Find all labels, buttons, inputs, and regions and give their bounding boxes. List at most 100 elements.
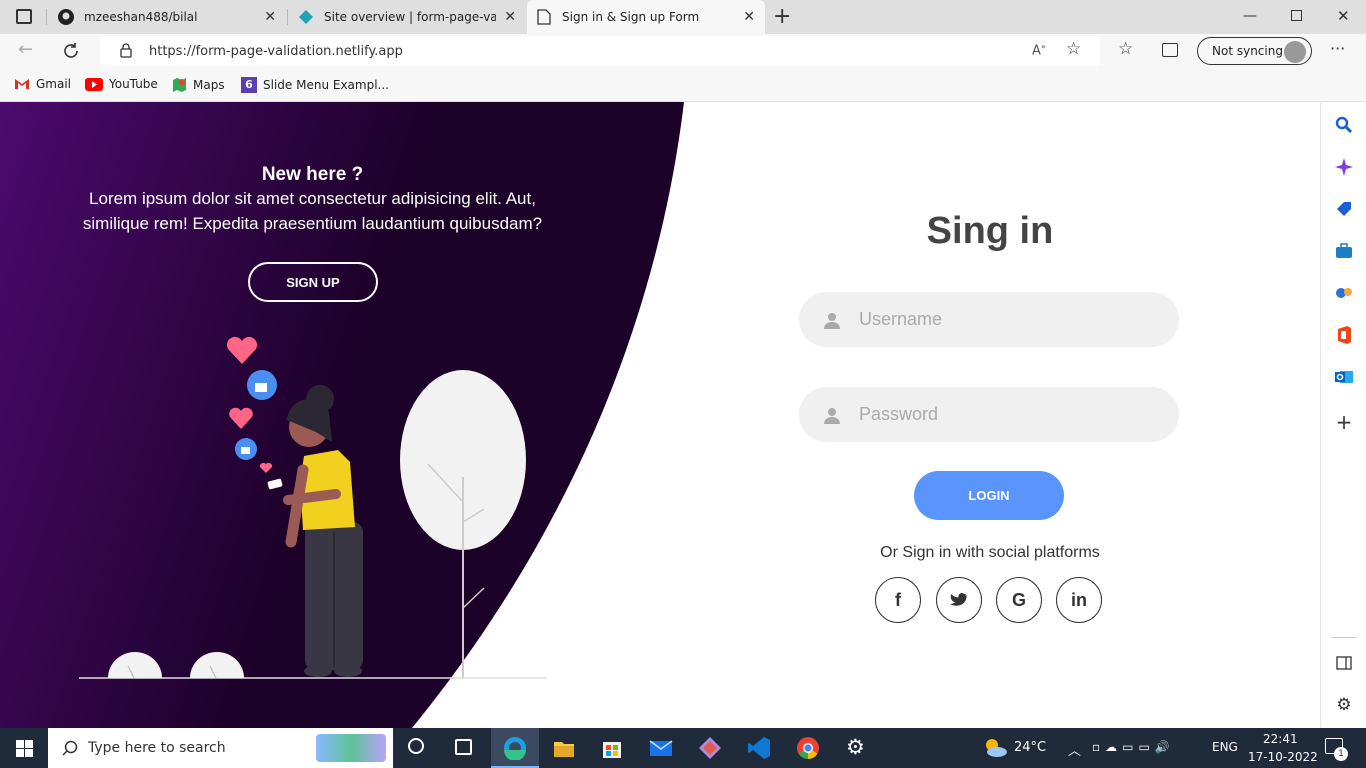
tools-icon[interactable] [1333, 240, 1355, 262]
outlook-icon[interactable] [1333, 366, 1355, 388]
social-label: G [1011, 589, 1026, 610]
favorites-icon[interactable]: ☆ [1118, 39, 1133, 59]
form-title: Sing in [926, 210, 1054, 252]
clock-date[interactable]: 17-10-2022 [1248, 750, 1318, 764]
username-input[interactable] [859, 292, 1159, 347]
tab-github[interactable]: mzeeshan488/bilal ✕ [48, 0, 286, 34]
search-highlight-icon [316, 734, 386, 762]
cortana-icon[interactable] [408, 738, 424, 754]
favorite-youtube[interactable]: YouTube [85, 77, 158, 91]
favorite-gmail[interactable]: Gmail [14, 77, 71, 91]
vscode-icon[interactable] [747, 736, 771, 760]
favorite-label: YouTube [109, 77, 158, 91]
edge-sidebar: + ⚙ [1320, 102, 1366, 728]
profile-label: Not syncing [1212, 44, 1283, 58]
office-icon[interactable] [1333, 324, 1355, 346]
facebook-icon[interactable]: f [875, 577, 921, 623]
social-label: in [1071, 589, 1087, 610]
netlify-icon [299, 10, 313, 24]
tab-actions-icon[interactable] [16, 9, 32, 24]
user-icon [824, 313, 840, 329]
page-content: New here ? Lorem ipsum dolor sit amet co… [0, 102, 1320, 728]
tab-title: Site overview | form-page-valida [324, 10, 496, 24]
settings-gear-icon[interactable]: ⚙ [846, 735, 865, 759]
password-input[interactable] [859, 387, 1159, 442]
youtube-icon [85, 77, 103, 91]
notification-count: 1 [1334, 747, 1348, 761]
sign-up-button[interactable]: SIGN UP [248, 262, 378, 302]
file-explorer-icon[interactable] [552, 736, 576, 760]
search-icon [62, 740, 78, 756]
close-tab-icon[interactable]: ✕ [264, 9, 276, 25]
left-panel-text: New here ? Lorem ipsum dolor sit amet co… [60, 164, 565, 236]
twitter-bird-icon [950, 592, 967, 606]
maps-icon [173, 78, 186, 92]
search-placeholder: Type here to search [88, 740, 226, 756]
settings-icon[interactable]: ⚙ [1333, 694, 1355, 716]
weather-temp: 24°C [1014, 740, 1047, 755]
gmail-icon [15, 79, 29, 89]
password-field-container [799, 387, 1179, 442]
address-bar-row: ← https://form-page-validation.netlify.a… [0, 34, 1366, 68]
git-icon[interactable] [698, 736, 722, 760]
add-favorite-icon[interactable]: ☆ [1066, 39, 1081, 59]
social-label: f [895, 589, 901, 610]
tab-title: mzeeshan488/bilal [84, 10, 198, 24]
page-icon [537, 9, 551, 25]
close-tab-icon[interactable]: ✕ [504, 9, 516, 25]
clock-time[interactable]: 22:41 [1263, 732, 1298, 746]
social-text: Or Sign in with social platforms [880, 544, 1100, 561]
minimize-icon[interactable]: — [1243, 8, 1257, 24]
favorite-label: Slide Menu Exampl... [263, 78, 389, 92]
twitter-icon[interactable]: t [936, 577, 982, 623]
url-field[interactable]: https://form-page-validation.netlify.app… [100, 36, 1100, 66]
mail-icon[interactable] [649, 736, 673, 760]
sparkle-icon[interactable] [1333, 156, 1355, 178]
more-icon[interactable]: ··· [1330, 39, 1345, 58]
chevron-up-icon[interactable]: ︿ [1068, 740, 1081, 759]
tray-icons[interactable]: ▫☁▭▭🔊 [1092, 740, 1175, 754]
sidebar-divider [1331, 637, 1357, 638]
taskbar: Type here to search ⚙ 24°C ︿ ▫☁▭▭🔊 ENG 2… [0, 728, 1366, 768]
tab-netlify[interactable]: Site overview | form-page-valida ✕ [288, 0, 526, 34]
close-tab-icon[interactable]: ✕ [743, 9, 755, 25]
google-icon[interactable]: G [996, 577, 1042, 623]
weather-icon[interactable] [982, 738, 1008, 758]
chrome-icon[interactable] [796, 736, 820, 760]
tab-bar: mzeeshan488/bilal ✕ Site overview | form… [0, 0, 1366, 34]
store-icon[interactable] [600, 736, 624, 760]
hide-sidebar-icon[interactable] [1333, 652, 1355, 674]
login-button[interactable]: LOGIN [914, 471, 1064, 520]
left-panel-description: Lorem ipsum dolor sit amet consectetur a… [82, 189, 543, 233]
new-tab-icon[interactable]: + [773, 4, 791, 29]
new-here-heading: New here ? [261, 164, 364, 185]
tab-signin[interactable]: Sign in & Sign up Form ✕ [527, 0, 765, 34]
close-window-icon[interactable]: ✕ [1337, 7, 1350, 25]
task-view-icon[interactable] [455, 739, 472, 755]
refresh-icon[interactable] [62, 42, 80, 60]
games-icon[interactable] [1333, 282, 1355, 304]
favorite-maps[interactable]: Maps [172, 77, 225, 93]
shopping-tag-icon[interactable] [1333, 198, 1355, 220]
add-icon[interactable]: + [1333, 410, 1355, 434]
favorites-bar: Gmail YouTube Maps 6 Slide Menu Exampl..… [0, 68, 1366, 102]
back-icon[interactable]: ← [18, 39, 33, 60]
favorite-label: Gmail [36, 77, 72, 91]
edge-taskbar-button[interactable] [491, 728, 539, 768]
lock-icon [120, 43, 132, 58]
github-icon [58, 9, 74, 25]
taskbar-search[interactable]: Type here to search [48, 728, 393, 768]
url-text: https://form-page-validation.netlify.app [149, 44, 403, 59]
read-aloud-icon[interactable]: A» [1032, 42, 1046, 58]
windows-start-icon[interactable] [16, 740, 33, 757]
avatar [1284, 41, 1306, 63]
restore-icon[interactable] [1291, 10, 1302, 21]
edge-icon [504, 737, 526, 760]
profile-button[interactable]: Not syncing [1197, 37, 1312, 65]
favorite-slide-menu[interactable]: 6 Slide Menu Exampl... [241, 77, 389, 93]
language-indicator[interactable]: ENG [1212, 740, 1238, 754]
search-icon[interactable] [1333, 114, 1355, 136]
linkedin-icon[interactable]: in [1056, 577, 1102, 623]
collections-icon[interactable] [1162, 43, 1178, 57]
favorite-label: Maps [193, 78, 225, 92]
